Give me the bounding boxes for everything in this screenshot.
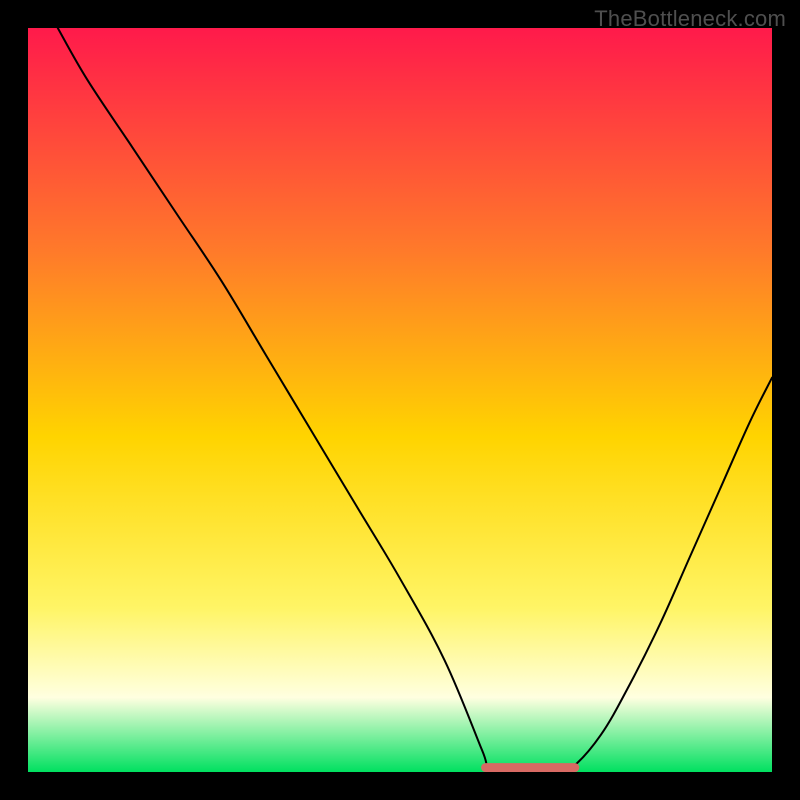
chart-container: TheBottleneck.com xyxy=(0,0,800,800)
plot-area xyxy=(28,28,772,772)
bottleneck-curve-svg xyxy=(28,28,772,772)
